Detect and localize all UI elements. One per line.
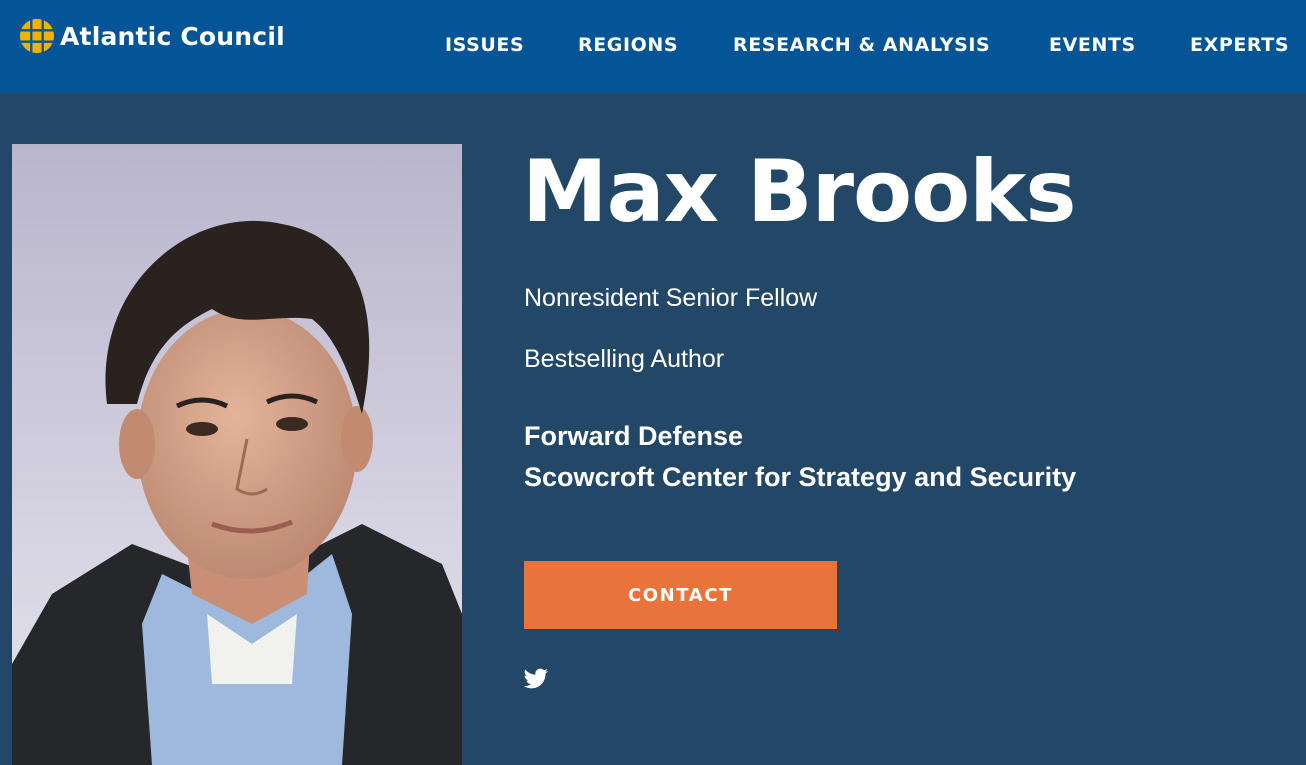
profile-role: Nonresident Senior Fellow (524, 284, 818, 312)
profile-role: Bestselling Author (524, 345, 725, 373)
nav-item-regions[interactable]: REGIONS (578, 34, 678, 56)
program-link-scowcroft-center[interactable]: Scowcroft Center for Strategy and Securi… (524, 462, 1076, 493)
nav-item-research-analysis[interactable]: RESEARCH & ANALYSIS (733, 34, 990, 56)
nav-item-issues[interactable]: ISSUES (445, 34, 524, 56)
site-header: Atlantic Council ISSUES REGIONS RESEARCH… (0, 0, 1306, 93)
twitter-link[interactable] (522, 666, 550, 692)
contact-button[interactable]: CONTACT (524, 561, 837, 629)
nav-item-events[interactable]: EVENTS (1049, 34, 1136, 56)
nav-item-experts[interactable]: EXPERTS (1190, 34, 1289, 56)
main-nav: ISSUES REGIONS RESEARCH & ANALYSIS EVENT… (0, 34, 1306, 60)
program-link-forward-defense[interactable]: Forward Defense (524, 421, 743, 452)
profile-photo (12, 144, 462, 765)
twitter-icon (523, 668, 548, 689)
profile-name: Max Brooks (522, 142, 1077, 242)
